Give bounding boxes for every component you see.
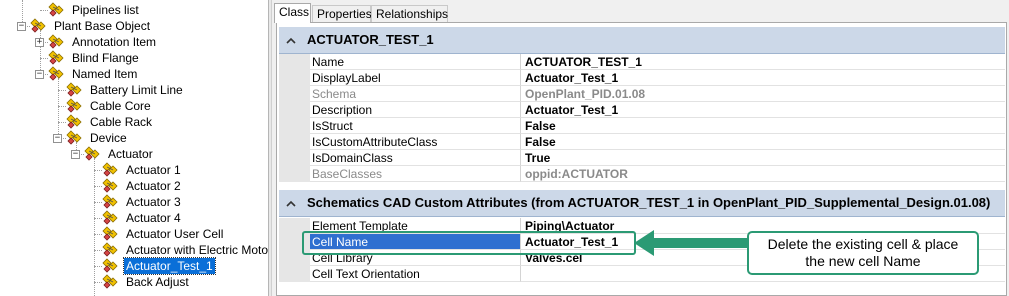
tree-item-label: Back Adjust: [126, 275, 189, 289]
collapse-node-icon[interactable]: −: [71, 150, 80, 159]
collapse-icon[interactable]: [286, 199, 296, 209]
custom-attributes-section-header[interactable]: Schematics CAD Custom Attributes (from A…: [279, 190, 1005, 217]
cell-name-highlight: [302, 231, 636, 255]
custom-attributes-section-title: Schematics CAD Custom Attributes (from A…: [307, 195, 991, 210]
property-value[interactable]: oppid:ACTUATOR: [521, 166, 1005, 182]
tree-item-label: Named Item: [72, 67, 138, 81]
property-row[interactable]: IsCustomAttributeClass False: [279, 134, 1005, 150]
row-gutter: [279, 118, 310, 134]
property-row[interactable]: Name ACTUATOR_TEST_1: [279, 54, 1005, 70]
class-node-icon: [66, 82, 82, 97]
tree-item-label: Actuator: [108, 147, 153, 161]
property-row[interactable]: BaseClasses oppid:ACTUATOR: [279, 166, 1005, 182]
tab-relationships[interactable]: Relationships: [371, 5, 448, 22]
class-node-icon: [48, 34, 64, 49]
row-gutter: [279, 166, 310, 182]
property-value[interactable]: False: [521, 118, 1005, 134]
row-gutter: [279, 102, 310, 118]
class-node-icon: [66, 98, 82, 113]
property-name: IsDomainClass: [310, 150, 521, 166]
property-name: Schema: [310, 86, 521, 102]
class-section-title: ACTUATOR_TEST_1: [307, 32, 434, 47]
row-gutter: [279, 54, 310, 70]
row-gutter: [279, 266, 310, 282]
collapse-icon[interactable]: [286, 36, 296, 46]
property-name: DisplayLabel: [310, 70, 521, 86]
tree-item-label: Battery Limit Line: [90, 83, 183, 97]
property-row[interactable]: DisplayLabel Actuator_Test_1: [279, 70, 1005, 86]
tree-item-label: Plant Base Object: [54, 19, 151, 33]
class-node-icon: [84, 146, 100, 161]
class-node-icon: [30, 18, 46, 33]
tree-guide-line: [94, 158, 95, 296]
class-node-icon: [102, 274, 118, 289]
property-name: IsCustomAttributeClass: [310, 134, 521, 150]
class-node-icon: [102, 258, 118, 273]
tree-item-label: Cable Core: [90, 99, 151, 113]
class-node-icon: [48, 2, 64, 17]
property-name: Cell Text Orientation: [310, 266, 521, 282]
arrow-icon: [634, 230, 748, 256]
expand-node-icon[interactable]: +: [35, 38, 44, 47]
property-value[interactable]: ACTUATOR_TEST_1: [521, 54, 1005, 70]
tree-item-label: Actuator 4: [126, 211, 181, 225]
tree-item-label: Actuator User Cell: [126, 227, 224, 241]
property-name: Name: [310, 54, 521, 70]
row-gutter: [279, 150, 310, 166]
tree-item-label: Actuator 1: [126, 163, 181, 177]
row-gutter: [279, 86, 310, 102]
property-value[interactable]: Actuator_Test_1: [521, 70, 1005, 86]
class-node-icon: [102, 178, 118, 193]
row-gutter: [279, 70, 310, 86]
tree-item-label: Annotation Item: [72, 35, 157, 49]
property-row[interactable]: IsStruct False: [279, 118, 1005, 134]
property-name: IsStruct: [310, 118, 521, 134]
collapse-node-icon[interactable]: −: [17, 22, 26, 31]
tab-properties[interactable]: Properties: [312, 5, 372, 22]
collapse-node-icon[interactable]: −: [35, 70, 44, 79]
property-row[interactable]: IsDomainClass True: [279, 150, 1005, 166]
tab-class[interactable]: Class: [274, 3, 311, 23]
tree-item-label: Cable Rack: [90, 115, 153, 129]
class-node-icon: [48, 50, 64, 65]
callout-line-1: Delete the existing cell & place: [767, 236, 959, 252]
class-node-icon: [102, 226, 118, 241]
row-gutter: [279, 134, 310, 150]
class-tree[interactable]: Pipelines list Plant Base Object − Annotati…: [0, 0, 268, 296]
class-node-icon: [102, 162, 118, 177]
class-node-icon: [66, 130, 82, 145]
class-node-icon: [102, 242, 118, 257]
tree-item-label: Blind Flange: [72, 51, 139, 65]
tree-item-label: Actuator 3: [126, 195, 181, 209]
class-node-icon: [102, 194, 118, 209]
tree-item-label: Actuator with Electric Motor: [126, 243, 268, 257]
tree-item-label: Actuator 2: [126, 179, 181, 193]
tree-item-label: Actuator_Test_1: [123, 257, 216, 275]
collapse-node-icon[interactable]: −: [53, 134, 62, 143]
class-node-icon: [66, 114, 82, 129]
property-value[interactable]: OpenPlant_PID.01.08: [521, 86, 1005, 102]
tree-item-label: Device: [90, 131, 127, 145]
property-name: Description: [310, 102, 521, 118]
property-row[interactable]: Description Actuator_Test_1: [279, 102, 1005, 118]
property-value[interactable]: True: [521, 150, 1005, 166]
property-value[interactable]: False: [521, 134, 1005, 150]
class-node-icon: [102, 210, 118, 225]
property-row[interactable]: Schema OpenPlant_PID.01.08: [279, 86, 1005, 102]
property-name: BaseClasses: [310, 166, 521, 182]
annotation-callout: Delete the existing cell & place the new…: [747, 231, 979, 275]
tree-item-label: Pipelines list: [72, 3, 139, 17]
class-node-icon: [48, 66, 64, 81]
class-section-header[interactable]: ACTUATOR_TEST_1: [279, 27, 1005, 54]
callout-line-2: the new cell Name: [805, 253, 921, 269]
property-value[interactable]: Actuator_Test_1: [521, 102, 1005, 118]
